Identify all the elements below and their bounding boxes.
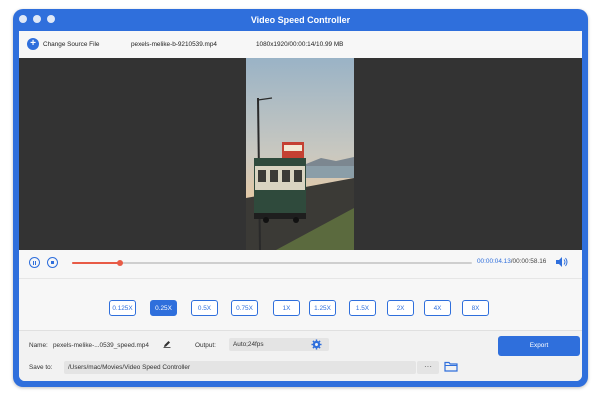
plus-circle-icon[interactable]: + (27, 38, 39, 50)
save-path-field[interactable]: /Users/mac/Movies/Video Speed Controller (64, 361, 416, 374)
seek-bar[interactable] (72, 260, 472, 266)
speed-4x-button[interactable]: 4X (424, 300, 451, 316)
playback-controls: 00:00:04.13/00:00:58.16 (19, 250, 582, 278)
name-label: Name: (29, 342, 48, 349)
speed-075x-button[interactable]: 0.75X (231, 300, 258, 316)
video-preview (19, 58, 582, 250)
folder-icon[interactable] (444, 361, 458, 372)
volume-icon[interactable] (556, 257, 568, 267)
app-window: Video Speed Controller + Change Source F… (13, 9, 588, 387)
toolbar: + Change Source File pexels-melike-b-921… (19, 31, 582, 58)
speed-2x-button[interactable]: 2X (387, 300, 414, 316)
total-time: /00:00:58.16 (510, 258, 547, 265)
speed-8x-button[interactable]: 8X (462, 300, 489, 316)
source-file-info: 1080x1920/00:00:14/10.99 MB (256, 41, 344, 48)
time-display: 00:00:04.13/00:00:58.16 (477, 258, 546, 265)
video-frame (246, 58, 354, 250)
main-content: + Change Source File pexels-melike-b-921… (19, 31, 582, 381)
seek-bar-progress (72, 262, 120, 264)
pencil-icon[interactable] (163, 340, 171, 348)
output-name-value: pexels-melike-...0539_speed.mp4 (53, 342, 149, 349)
title-bar: Video Speed Controller (13, 9, 588, 31)
speed-05x-button[interactable]: 0.5X (191, 300, 218, 316)
window-title: Video Speed Controller (250, 15, 351, 25)
current-time: 00:00:04.13 (477, 258, 511, 265)
seek-handle[interactable] (117, 260, 123, 266)
speed-0125x-button[interactable]: 0.125X (109, 300, 136, 316)
speed-1x-button[interactable]: 1X (273, 300, 300, 316)
output-label: Output: (195, 342, 216, 349)
export-button[interactable]: Export (498, 336, 580, 356)
gear-icon[interactable] (311, 339, 322, 350)
pause-icon[interactable] (29, 257, 40, 268)
speed-125x-button[interactable]: 1.25X (309, 300, 336, 316)
video-frame-image (246, 58, 354, 250)
speed-025x-button[interactable]: 0.25X (150, 300, 177, 316)
change-source-button[interactable]: Change Source File (43, 41, 99, 48)
speed-15x-button[interactable]: 1.5X (349, 300, 376, 316)
save-path-value: /Users/mac/Movies/Video Speed Controller (68, 364, 191, 371)
output-format-value: Auto;24fps (233, 341, 264, 348)
browse-button[interactable]: ··· (417, 361, 439, 374)
output-panel: Name: pexels-melike-...0539_speed.mp4 Ou… (19, 330, 582, 381)
save-to-label: Save to: (29, 364, 53, 371)
stop-icon[interactable] (47, 257, 58, 268)
speed-options: 0.125X 0.25X 0.5X 0.75X 1X 1.25X 1.5X 2X… (19, 278, 582, 331)
source-file-name: pexels-melike-b-9210539.mp4 (131, 41, 217, 48)
